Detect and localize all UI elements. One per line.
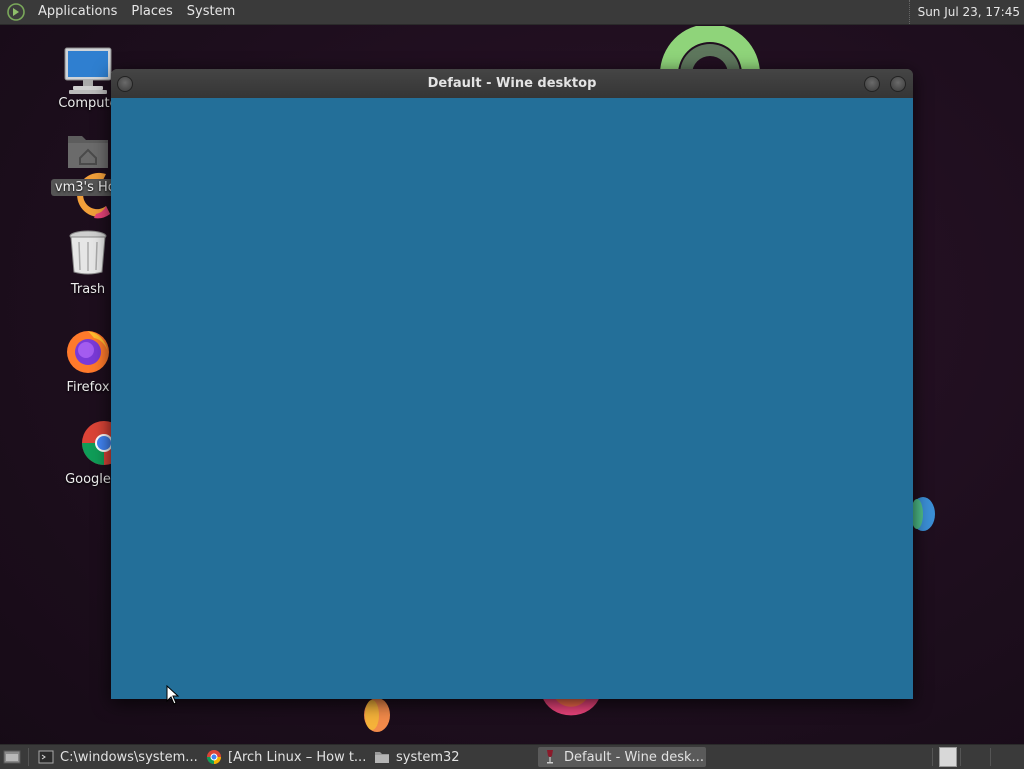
window-titlebar[interactable]: Default - Wine desktop <box>111 69 913 98</box>
task-label: system32 <box>396 749 460 765</box>
taskbar-separator <box>990 748 991 766</box>
trash-icon <box>69 230 107 275</box>
mouse-cursor-icon <box>166 685 180 705</box>
wine-desktop-window[interactable]: Default - Wine desktop <box>111 69 913 699</box>
wine-desktop-canvas[interactable] <box>111 98 913 699</box>
show-desktop-icon[interactable] <box>3 749 21 765</box>
menu-applications[interactable]: Applications <box>31 0 124 24</box>
panel-clock[interactable]: Sun Jul 23, 17:45 <box>908 0 1020 24</box>
folder-icon <box>375 752 389 763</box>
task-label: Default - Wine desk... <box>564 749 704 765</box>
home-folder-icon <box>68 136 108 168</box>
task-folder[interactable]: system32 <box>370 747 534 767</box>
wallpaper-arc-bottom <box>542 696 600 716</box>
firefox-icon <box>67 331 109 373</box>
bottom-taskbar: C:\windows\system... [Arch Linux – How t… <box>0 744 1024 769</box>
minimize-button[interactable] <box>864 76 880 92</box>
menu-system[interactable]: System <box>180 0 242 24</box>
chrome-icon <box>82 421 126 465</box>
maximize-button[interactable] <box>890 76 906 92</box>
task-terminal[interactable]: C:\windows\system... <box>34 747 198 767</box>
taskbar-separator <box>960 748 961 766</box>
top-panel: Applications Places System Sun Jul 23, 1… <box>0 0 1024 25</box>
task-label: [Arch Linux – How t... <box>228 749 366 765</box>
wine-icon <box>547 750 553 764</box>
computer-icon <box>64 47 112 94</box>
terminal-icon <box>38 750 54 764</box>
chrome-icon <box>207 750 221 764</box>
task-chrome[interactable]: [Arch Linux – How t... <box>202 747 366 767</box>
window-title: Default - Wine desktop <box>427 76 597 91</box>
wallpaper-blob-bottom <box>364 698 390 732</box>
taskbar-separator <box>28 748 29 766</box>
workspace-switcher[interactable] <box>939 747 957 767</box>
taskbar-separator <box>932 748 933 766</box>
task-label: C:\windows\system... <box>60 749 198 765</box>
task-wine-desktop[interactable]: Default - Wine desk... <box>538 747 706 767</box>
mate-logo-icon[interactable] <box>7 3 25 21</box>
menu-places[interactable]: Places <box>124 0 179 24</box>
